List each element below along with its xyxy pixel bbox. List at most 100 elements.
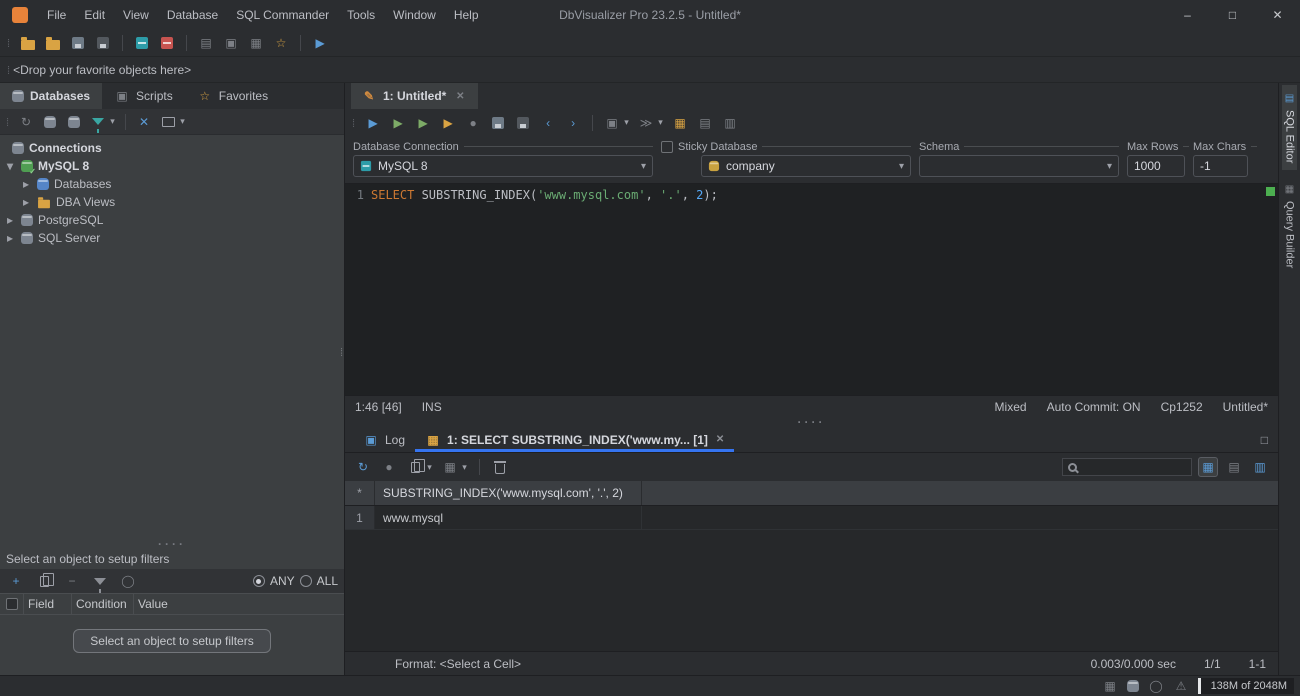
grid-view-icon[interactable]: ▦ bbox=[1198, 457, 1218, 477]
pointer-mode-icon[interactable]: ▶ bbox=[310, 33, 330, 53]
connections-status-icon[interactable] bbox=[1127, 680, 1139, 692]
form-view-icon[interactable]: ▥ bbox=[1250, 457, 1270, 477]
add-filter-icon[interactable]: + bbox=[6, 571, 26, 591]
max-rows-input[interactable] bbox=[1127, 155, 1185, 177]
close-tab-icon[interactable]: ✕ bbox=[452, 88, 468, 104]
close-result-tab-icon[interactable]: ✕ bbox=[716, 434, 724, 445]
grid-view-options-icon[interactable]: ▦ ▾ bbox=[440, 457, 469, 477]
minimize-button[interactable]: – bbox=[1165, 0, 1210, 30]
encoding[interactable]: Cp1252 bbox=[1161, 400, 1203, 414]
highlight-icon[interactable]: ▦ bbox=[670, 113, 690, 133]
chevron-right-icon[interactable]: ▸ bbox=[20, 195, 32, 209]
filter-objects-icon[interactable]: ▾ bbox=[88, 112, 117, 133]
menu-help[interactable]: Help bbox=[445, 0, 488, 30]
history-forward-icon[interactable]: › bbox=[563, 113, 583, 133]
database-icon[interactable] bbox=[64, 112, 84, 132]
tab-databases[interactable]: Databases bbox=[0, 83, 103, 109]
disconnect-icon[interactable] bbox=[157, 33, 177, 53]
radio-any[interactable] bbox=[252, 575, 265, 587]
grid-status-icon[interactable]: ▦ bbox=[1102, 678, 1118, 694]
grid-search-box[interactable] bbox=[1062, 458, 1192, 476]
history-back-icon[interactable]: ‹ bbox=[538, 113, 558, 133]
editor-toolbar-handle[interactable] bbox=[349, 116, 358, 130]
panel-splitter-handle[interactable]: ⁞ bbox=[340, 348, 343, 359]
copy-filter-icon[interactable] bbox=[34, 571, 54, 591]
stop-grid-icon[interactable]: ● bbox=[379, 457, 399, 477]
tree-item-connections[interactable]: Connections bbox=[0, 139, 344, 157]
menu-file[interactable]: File bbox=[38, 0, 75, 30]
sql-dialect[interactable]: Mixed bbox=[995, 400, 1027, 414]
copy-grid-icon[interactable]: ▾ bbox=[405, 457, 434, 477]
menu-tools[interactable]: Tools bbox=[338, 0, 384, 30]
setup-filters-button[interactable]: Select an object to setup filters bbox=[73, 629, 271, 653]
grid-column-header[interactable]: SUBSTRING_INDEX('www.mysql.com', '.', 2) bbox=[375, 481, 642, 505]
connect-icon[interactable] bbox=[132, 33, 152, 53]
schema-select[interactable]: ▾ bbox=[919, 155, 1119, 177]
tree-item-postgresql[interactable]: ▸ PostgreSQL bbox=[0, 211, 344, 229]
search-input[interactable] bbox=[1082, 461, 1186, 473]
max-chars-input[interactable] bbox=[1193, 155, 1248, 177]
editor-tab-untitled[interactable]: ✎ 1: Untitled* ✕ bbox=[351, 83, 479, 109]
menu-database[interactable]: Database bbox=[158, 0, 227, 30]
menu-window[interactable]: Window bbox=[384, 0, 445, 30]
tree-item-mysql8[interactable]: ▾ MySQL 8 bbox=[0, 157, 344, 176]
filter-enable-checkbox[interactable] bbox=[5, 598, 18, 610]
filters-splitter[interactable] bbox=[0, 539, 344, 549]
execute-explain-icon[interactable]: ▶ bbox=[438, 113, 458, 133]
warning-icon[interactable]: ⚠ bbox=[1173, 678, 1189, 694]
sql-editor[interactable]: 1 SELECT SUBSTRING_INDEX('www.mysql.com'… bbox=[345, 184, 1278, 395]
menu-sql-commander[interactable]: SQL Commander bbox=[227, 0, 338, 30]
tree-item-dba-views[interactable]: ▸ DBA Views bbox=[0, 193, 344, 211]
reload-grid-icon[interactable]: ↻ bbox=[353, 457, 373, 477]
reset-filter-icon[interactable]: ◯ bbox=[118, 571, 138, 591]
save-as-icon[interactable] bbox=[93, 33, 113, 53]
chevron-right-icon[interactable]: ▸ bbox=[20, 177, 32, 191]
tools-icon[interactable]: ▣ bbox=[221, 33, 241, 53]
notifications-icon[interactable]: ◯ bbox=[1148, 678, 1164, 694]
radio-all[interactable] bbox=[299, 575, 312, 587]
results-splitter[interactable] bbox=[345, 417, 1278, 427]
tree-item-sqlserver[interactable]: ▸ SQL Server bbox=[0, 229, 344, 247]
new-bookmark-folder-icon[interactable] bbox=[43, 33, 63, 53]
tab-favorites[interactable]: ☆ Favorites bbox=[185, 83, 280, 109]
tab-scripts[interactable]: ▣ Scripts bbox=[102, 83, 185, 109]
sticky-database-checkbox[interactable] bbox=[661, 140, 673, 153]
open-folder-icon[interactable] bbox=[18, 33, 38, 53]
database-select[interactable]: company ▾ bbox=[701, 155, 911, 177]
tab-result-set[interactable]: ▦ 1: SELECT SUBSTRING_INDEX('www.my... [… bbox=[415, 427, 735, 452]
apply-filter-icon[interactable] bbox=[90, 571, 110, 593]
memory-indicator[interactable]: 138M of 2048M bbox=[1198, 678, 1294, 694]
table-data-icon[interactable]: ▦ bbox=[246, 33, 266, 53]
tab-log[interactable]: ▣ Log bbox=[353, 427, 415, 452]
tab-sql-editor[interactable]: ▤ SQL Editor bbox=[1282, 85, 1297, 171]
execute-buffer-icon[interactable]: ▶ bbox=[413, 113, 433, 133]
objects-toolbar-handle[interactable] bbox=[3, 115, 12, 129]
save-icon[interactable] bbox=[68, 33, 88, 53]
chevron-right-icon[interactable]: ▸ bbox=[4, 231, 16, 245]
refresh-objects-icon[interactable]: ↻ bbox=[16, 112, 36, 132]
chevron-right-icon[interactable]: ▸ bbox=[4, 213, 16, 227]
tab-query-builder[interactable]: ▦ Query Builder bbox=[1282, 176, 1297, 275]
format-sql-icon[interactable]: ▤ bbox=[695, 113, 715, 133]
database-connection-select[interactable]: MySQL 8 ▾ bbox=[353, 155, 653, 177]
maximize-panel-icon[interactable]: □ bbox=[1261, 433, 1268, 447]
chevron-expanded-icon[interactable]: ▾ bbox=[4, 159, 16, 173]
save-editor-icon[interactable] bbox=[488, 113, 508, 133]
remove-filter-icon[interactable]: − bbox=[62, 571, 82, 591]
grid-cell[interactable]: www.mysql bbox=[375, 506, 642, 529]
permissions-icon[interactable]: ☆ bbox=[271, 33, 291, 53]
text-view-icon[interactable]: ▤ bbox=[1224, 457, 1244, 477]
menu-view[interactable]: View bbox=[114, 0, 158, 30]
delete-rows-icon[interactable] bbox=[490, 457, 510, 477]
grid-corner-cell[interactable]: * bbox=[345, 481, 375, 505]
favorites-drop-bar[interactable]: <Drop your favorite objects here> bbox=[0, 57, 1300, 83]
stop-icon[interactable]: ● bbox=[463, 113, 483, 133]
tree-item-databases[interactable]: ▸ Databases bbox=[0, 175, 344, 193]
save-editor-as-icon[interactable] bbox=[513, 113, 533, 133]
toolbar-drag-handle[interactable] bbox=[4, 36, 13, 50]
format-selector[interactable]: Format: <Select a Cell> bbox=[395, 657, 521, 671]
maximize-button[interactable]: □ bbox=[1210, 0, 1255, 30]
execute-icon[interactable]: ▶ bbox=[363, 113, 383, 133]
close-button[interactable]: ✕ bbox=[1255, 0, 1300, 30]
auto-commit[interactable]: Auto Commit: ON bbox=[1047, 400, 1141, 414]
